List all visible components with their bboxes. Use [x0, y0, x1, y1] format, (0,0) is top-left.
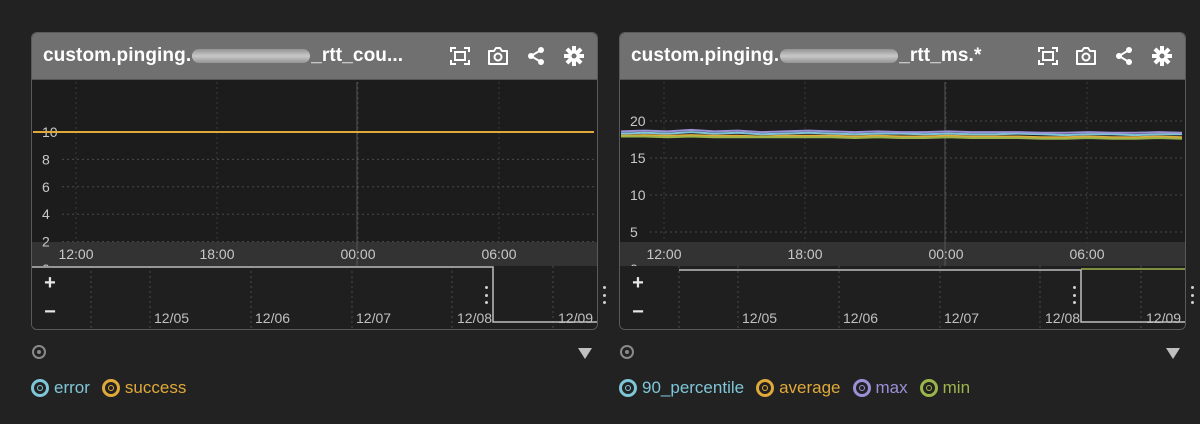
- series-toggle-all-icon[interactable]: [32, 345, 46, 359]
- legend-expand-icon[interactable]: [578, 348, 592, 359]
- x-tick-label: 00:00: [340, 246, 375, 262]
- gear-icon[interactable]: [563, 45, 585, 67]
- panel-toolbar: [449, 45, 585, 67]
- chart-legend: 90_percentile average max min: [619, 378, 970, 398]
- zoom-in-button[interactable]: +: [42, 273, 58, 293]
- legend-swatch-icon: [101, 379, 120, 397]
- legend-swatch-icon: [852, 379, 871, 397]
- legend-swatch-icon: [919, 379, 938, 397]
- camera-icon[interactable]: [1075, 45, 1097, 67]
- x-tick-label: 06:00: [1069, 246, 1104, 262]
- range-handle-icon[interactable]: [1071, 286, 1077, 304]
- gear-icon[interactable]: [1151, 45, 1173, 67]
- navigator-date-label: 12/07: [356, 310, 391, 326]
- x-axis: 12:00 18:00 00:00 06:00: [646, 246, 1104, 262]
- legend-swatch-icon: [756, 379, 775, 397]
- x-tick-label: 00:00: [928, 246, 963, 262]
- legend-item-success[interactable]: success: [101, 378, 186, 398]
- legend-item-max[interactable]: max: [852, 378, 908, 398]
- navigator-date-label: 12/06: [843, 310, 878, 326]
- y-tick-label: 5: [630, 224, 638, 240]
- redacted-text: [192, 48, 311, 63]
- x-tick-label: 12:00: [646, 246, 681, 262]
- navigator-date-label: 12/05: [742, 310, 777, 326]
- y-tick-label: 6: [42, 179, 50, 195]
- x-tick-label: 18:00: [787, 246, 822, 262]
- chart-panel-rtt-count: custom.pinging._rtt_cou... 0246810 12:00…: [31, 32, 598, 330]
- y-tick-label: 10: [630, 187, 646, 203]
- navigator-date-label: 12/08: [1045, 310, 1080, 326]
- zoom-out-button[interactable]: −: [42, 302, 58, 322]
- y-tick-label: 4: [42, 206, 50, 222]
- chart-panel-rtt-ms: custom.pinging._rtt_ms.* 05101520 12:001…: [619, 32, 1186, 330]
- panel-drag-handle-icon[interactable]: [1189, 286, 1195, 304]
- legend-swatch-icon: [619, 379, 637, 397]
- range-navigator[interactable]: 12/05 12/06 12/07 12/08 12/09 + −: [32, 266, 597, 329]
- camera-icon[interactable]: [487, 45, 509, 67]
- navigator-selection: [32, 266, 597, 323]
- navigator-date-label: 12/05: [154, 310, 189, 326]
- y-tick-label: 15: [630, 150, 646, 166]
- fullscreen-icon[interactable]: [449, 45, 471, 67]
- redacted-text: [780, 48, 899, 63]
- series-toggle-all-icon[interactable]: [620, 345, 634, 359]
- fullscreen-icon[interactable]: [1037, 45, 1059, 67]
- navigator-date-label: 12/09: [1146, 310, 1181, 326]
- legend-item-error[interactable]: error: [31, 378, 90, 398]
- navigator-date-label: 12/06: [255, 310, 290, 326]
- panel-toolbar: [1037, 45, 1173, 67]
- line-chart: 0246810: [33, 82, 594, 266]
- navigator-timeline: 12/05 12/06 12/07 12/08 12/09: [32, 266, 597, 329]
- panel-title: custom.pinging. _rtt_ms.*: [631, 45, 982, 66]
- panel-header: custom.pinging. _rtt_ms.*: [620, 33, 1185, 80]
- legend-swatch-icon: [31, 379, 49, 397]
- x-axis: 12:00 18:00 00:00 06:00: [58, 246, 516, 262]
- panel-title: custom.pinging. _rtt_cou...: [43, 45, 404, 66]
- share-icon[interactable]: [1113, 45, 1135, 67]
- zoom-in-button[interactable]: +: [630, 273, 646, 293]
- navigator-date-label: 12/08: [457, 310, 492, 326]
- legend-item-average[interactable]: average: [756, 378, 841, 398]
- navigator-timeline: 12/05 12/06 12/07 12/08 12/09: [678, 266, 1185, 329]
- y-tick-label: 8: [42, 151, 50, 167]
- navigator-date-label: 12/07: [944, 310, 979, 326]
- chart-legend: error success: [31, 378, 186, 398]
- x-tick-label: 18:00: [199, 246, 234, 262]
- x-tick-label: 06:00: [481, 246, 516, 262]
- navigator-date-label: 12/09: [558, 310, 593, 326]
- legend-item-min[interactable]: min: [919, 378, 970, 398]
- legend-expand-icon[interactable]: [1166, 348, 1180, 359]
- range-handle-icon[interactable]: [483, 286, 489, 304]
- line-chart: 05101520: [620, 82, 1183, 266]
- panel-header: custom.pinging. _rtt_cou...: [32, 33, 597, 80]
- panel-drag-handle-icon[interactable]: [601, 286, 607, 304]
- legend-item-90-percentile[interactable]: 90_percentile: [619, 378, 744, 398]
- x-tick-label: 12:00: [58, 246, 93, 262]
- y-tick-label: 20: [630, 113, 646, 129]
- zoom-out-button[interactable]: −: [630, 302, 646, 322]
- range-navigator[interactable]: 12/05 12/06 12/07 12/08 12/09 + −: [620, 266, 1185, 329]
- share-icon[interactable]: [525, 45, 547, 67]
